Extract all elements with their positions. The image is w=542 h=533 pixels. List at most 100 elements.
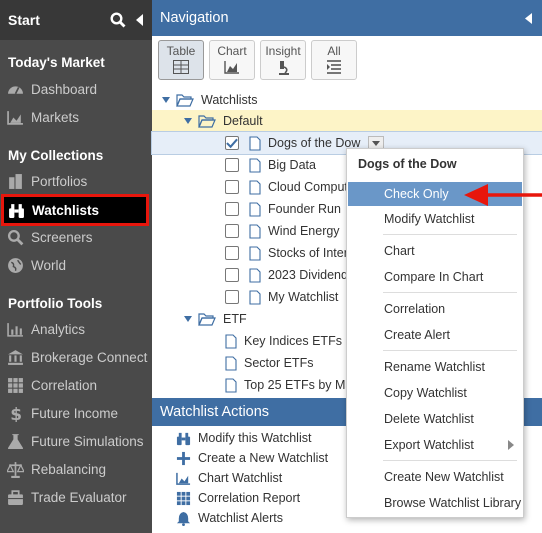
- sidebar-item-label: Markets: [31, 109, 80, 125]
- building-icon: [9, 173, 22, 189]
- sidebar-item-analytics[interactable]: Analytics: [0, 316, 152, 342]
- grid-icon: [176, 491, 191, 505]
- tab-chart[interactable]: Chart: [209, 40, 255, 80]
- document-icon: [225, 355, 237, 371]
- tree-node-watchlists[interactable]: Watchlists: [152, 89, 542, 111]
- sidebar-item-label: Watchlists: [32, 202, 100, 218]
- watchlist-checkbox[interactable]: [225, 158, 239, 172]
- dollar-icon: $: [10, 405, 22, 422]
- expand-caret-icon[interactable]: [162, 97, 170, 103]
- submenu-arrow-icon: [508, 440, 514, 450]
- menu-item-export-watchlist[interactable]: Export Watchlist: [348, 433, 522, 457]
- search-icon: [7, 229, 24, 245]
- menu-item-modify-watchlist[interactable]: Modify Watchlist: [348, 207, 522, 231]
- watchlist-checkbox[interactable]: [225, 136, 239, 150]
- menu-item-compare-in-chart[interactable]: Compare In Chart: [348, 265, 522, 289]
- sidebar-header: Start: [0, 0, 152, 40]
- list-icon: [327, 60, 341, 74]
- collapse-left-icon[interactable]: [525, 12, 532, 24]
- sidebar-item-dashboard[interactable]: Dashboard: [0, 76, 152, 102]
- tree-label: My Watchlist: [268, 290, 339, 304]
- sidebar-item-world[interactable]: World: [0, 252, 152, 278]
- action-chart-watchlist[interactable]: Chart Watchlist: [176, 468, 282, 488]
- document-icon: [225, 333, 237, 349]
- menu-item-rename-watchlist[interactable]: Rename Watchlist: [348, 355, 522, 379]
- sidebar-item-markets[interactable]: Markets: [0, 104, 152, 130]
- tree-label: Key Indices ETFs: [244, 334, 342, 348]
- microscope-icon: [279, 61, 289, 75]
- sidebar-item-correlation[interactable]: Correlation: [0, 372, 152, 398]
- watchlist-checkbox[interactable]: [225, 246, 239, 260]
- area-chart-icon: [224, 61, 239, 74]
- tree-node-default[interactable]: Default: [152, 110, 542, 132]
- sidebar-item-future-simulations[interactable]: Future Simulations: [0, 428, 152, 454]
- sidebar-item-brokerage-connect[interactable]: Brokerage Connect: [0, 344, 152, 370]
- expand-caret-icon[interactable]: [184, 118, 192, 124]
- action-modify-watchlist[interactable]: Modify this Watchlist: [176, 428, 311, 448]
- search-icon[interactable]: [110, 12, 126, 28]
- sidebar-item-label: Portfolios: [31, 173, 88, 189]
- menu-item-delete-watchlist[interactable]: Delete Watchlist: [348, 407, 522, 431]
- watchlist-checkbox[interactable]: [225, 290, 239, 304]
- menu-divider: [383, 234, 517, 235]
- sidebar-item-portfolios[interactable]: Portfolios: [0, 168, 152, 194]
- document-icon: [249, 179, 261, 195]
- bar-chart-icon: [7, 322, 23, 337]
- svg-text:$: $: [10, 405, 22, 422]
- watchlist-checkbox[interactable]: [225, 202, 239, 216]
- action-correlation-report[interactable]: Correlation Report: [176, 488, 300, 508]
- menu-divider: [383, 460, 517, 461]
- collapse-left-icon[interactable]: [136, 14, 144, 26]
- sidebar-item-trade-evaluator[interactable]: Trade Evaluator: [0, 484, 152, 510]
- sidebar-item-screeners[interactable]: Screeners: [0, 224, 152, 250]
- sidebar-item-label: Future Income: [31, 405, 119, 421]
- sidebar-item-label: Rebalancing: [31, 461, 107, 477]
- binoculars-icon: [176, 432, 191, 445]
- tab-all[interactable]: All: [311, 40, 357, 80]
- watchlist-checkbox[interactable]: [225, 224, 239, 238]
- tab-insight[interactable]: Insight: [260, 40, 306, 80]
- tree-label: Default: [223, 114, 263, 128]
- view-tabs: Table Chart Insight All: [158, 40, 357, 80]
- navigation-title: Navigation: [160, 10, 229, 26]
- tree-label: Watchlists: [201, 93, 258, 107]
- document-icon: [249, 245, 261, 261]
- tab-table[interactable]: Table: [158, 40, 204, 80]
- document-icon: [225, 377, 237, 393]
- folder-open-icon: [198, 114, 216, 128]
- document-icon: [249, 223, 261, 239]
- sidebar-item-future-income[interactable]: $ Future Income: [0, 400, 152, 426]
- context-menu-header: Dogs of the Dow: [358, 157, 457, 171]
- menu-divider: [383, 292, 517, 293]
- menu-item-create-new-watchlist[interactable]: Create New Watchlist: [348, 465, 522, 489]
- document-icon: [249, 157, 261, 173]
- tree-label: Founder Run: [268, 202, 341, 216]
- sidebar: Start Today's Market Dashboard Markets M…: [0, 0, 152, 533]
- binoculars-icon: [9, 203, 24, 218]
- tree-label: Wind Energy: [268, 224, 340, 238]
- sidebar-item-label: Correlation: [31, 377, 98, 393]
- section-todays-market: Today's Market: [8, 55, 105, 70]
- folder-open-icon: [198, 312, 216, 326]
- sidebar-item-rebalancing[interactable]: Rebalancing: [0, 456, 152, 482]
- menu-item-correlation[interactable]: Correlation: [348, 297, 522, 321]
- action-create-watchlist[interactable]: Create a New Watchlist: [176, 448, 328, 468]
- action-watchlist-alerts[interactable]: Watchlist Alerts: [176, 508, 283, 528]
- sidebar-title: Start: [8, 12, 40, 28]
- watchlist-checkbox[interactable]: [225, 268, 239, 282]
- watchlist-checkbox[interactable]: [225, 180, 239, 194]
- sidebar-item-watchlists[interactable]: Watchlists: [1, 194, 149, 226]
- tree-label: Big Data: [268, 158, 316, 172]
- sidebar-item-label: Future Simulations: [31, 433, 144, 449]
- scale-icon: [7, 461, 24, 478]
- expand-caret-icon[interactable]: [184, 316, 192, 322]
- document-icon: [249, 135, 261, 151]
- flask-icon: [8, 433, 23, 449]
- menu-item-create-alert[interactable]: Create Alert: [348, 323, 522, 347]
- menu-item-browse-watchlist-library[interactable]: Browse Watchlist Library: [348, 491, 522, 515]
- menu-item-copy-watchlist[interactable]: Copy Watchlist: [348, 381, 522, 405]
- menu-item-chart[interactable]: Chart: [348, 239, 522, 263]
- sidebar-item-label: Trade Evaluator: [31, 489, 127, 505]
- document-icon: [249, 289, 261, 305]
- section-my-collections: My Collections: [8, 148, 104, 163]
